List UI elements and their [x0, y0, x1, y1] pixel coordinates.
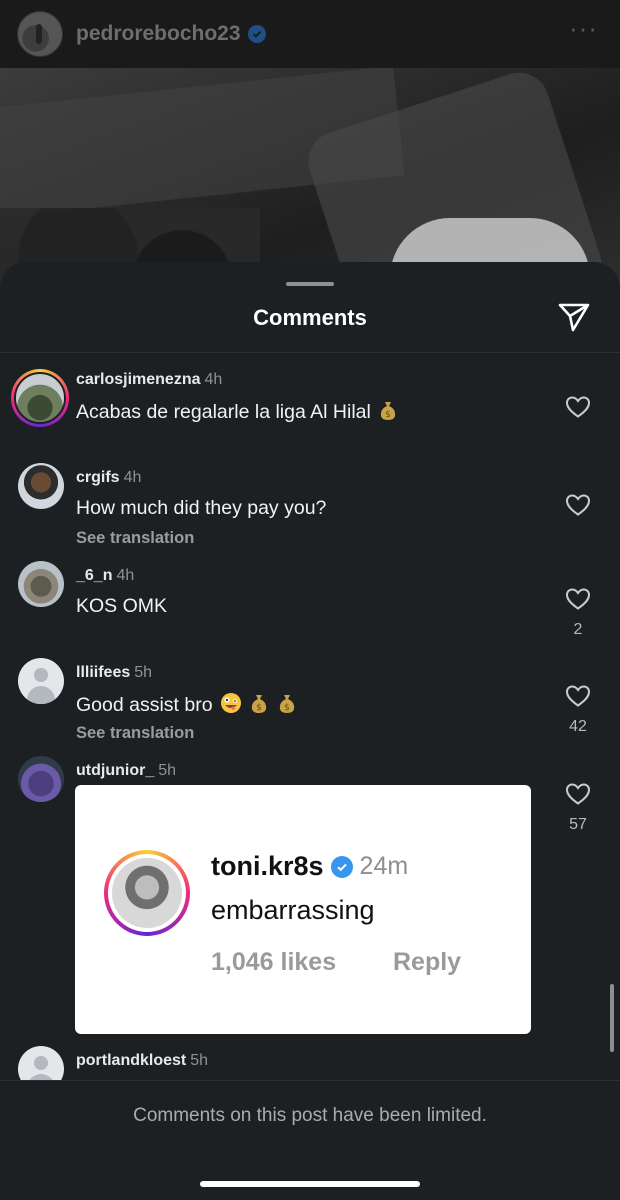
comment-time: 5h: [190, 1052, 209, 1069]
avatar[interactable]: [18, 463, 64, 509]
post-header: pedrorebocho23 ···: [0, 0, 620, 68]
heart-icon: [565, 494, 591, 516]
avatar[interactable]: [18, 1046, 64, 1080]
embedded-time: 24m: [359, 852, 409, 880]
svg-text:$: $: [385, 410, 391, 420]
avatar[interactable]: [11, 369, 69, 427]
post-author[interactable]: pedrorebocho23: [76, 22, 266, 46]
drag-handle[interactable]: [286, 282, 334, 286]
embedded-text: embarrassing: [211, 895, 375, 925]
comment-username[interactable]: _6_n: [76, 567, 112, 584]
see-translation-link[interactable]: See translation: [76, 724, 194, 743]
sheet-title: Comments: [253, 305, 367, 330]
verified-badge-icon: [330, 855, 353, 878]
money-bag-icon: $: [279, 695, 294, 713]
share-button[interactable]: [556, 300, 592, 334]
comment-time: 4h: [204, 371, 223, 388]
comment-time: 4h: [116, 567, 135, 584]
zany-face-icon: [221, 693, 241, 713]
embedded-username: toni.kr8s: [211, 851, 324, 881]
see-translation-link[interactable]: See translation: [76, 529, 194, 548]
limited-notice: Comments on this post have been limited.: [133, 1105, 487, 1126]
comment-text-body: Acabas de regalarle la liga Al Hilal: [76, 401, 371, 423]
money-bag-icon: $: [252, 695, 267, 713]
comments-sheet: Comments carlosjimenezna 4h Acabas de reg…: [0, 262, 620, 1200]
post-author-avatar[interactable]: [17, 11, 63, 57]
avatar[interactable]: [18, 658, 64, 704]
like-button[interactable]: 57: [560, 782, 596, 834]
comment-username[interactable]: llliifees: [76, 664, 130, 681]
ellipsis-icon[interactable]: ···: [569, 15, 598, 41]
avatar[interactable]: [18, 756, 64, 802]
like-button[interactable]: 42: [560, 684, 596, 736]
like-count: 2: [573, 621, 583, 638]
comment-item: carlosjimenezna 4h Acabas de regalarle la…: [0, 369, 620, 451]
comment-header: portlandkloest 5h: [76, 1052, 208, 1070]
like-button[interactable]: [560, 493, 596, 517]
comment-time: 4h: [123, 469, 142, 486]
comments-list[interactable]: carlosjimenezna 4h Acabas de regalarle la…: [0, 353, 620, 1080]
embedded-reply: Reply: [393, 948, 462, 976]
home-indicator[interactable]: [200, 1181, 420, 1187]
comment-username[interactable]: carlosjimenezna: [76, 371, 201, 388]
comment-username[interactable]: utdjunior_: [76, 762, 154, 779]
heart-icon: [565, 685, 591, 707]
svg-text:$: $: [284, 703, 290, 713]
like-count: 42: [569, 718, 587, 735]
comment-text: How much did they pay you?: [76, 497, 327, 519]
embedded-avatar: [104, 850, 190, 936]
svg-text:$: $: [257, 703, 263, 713]
embedded-likes: 1,046 likes: [211, 948, 337, 976]
comment-item: crgifs 4h How much did they pay you? See …: [0, 463, 620, 559]
verified-badge-icon: [247, 25, 266, 43]
comment-header: crgifs 4h: [76, 469, 141, 487]
heart-icon: [565, 396, 591, 418]
like-count: 57: [569, 816, 587, 833]
comment-time: 5h: [158, 762, 177, 779]
comment-username[interactable]: portlandkloest: [76, 1052, 186, 1069]
comment-item: _6_n 4h KOS OMK 2: [0, 561, 620, 647]
comment-text: Acabas de regalarle la liga Al Hilal $: [76, 399, 398, 424]
comment-header: llliifees 5h: [76, 664, 152, 682]
post-author-username[interactable]: pedrorebocho23: [76, 22, 241, 46]
like-button[interactable]: [560, 395, 596, 419]
heart-icon: [565, 588, 591, 610]
comment-item: llliifees 5h Good assist bro $ $ See tra…: [0, 658, 620, 754]
heart-icon: [565, 783, 591, 805]
money-bag-icon: $: [381, 402, 396, 420]
comment-text-body: Good assist bro: [76, 694, 213, 716]
comment-item: portlandkloest 5h: [0, 1046, 620, 1080]
comment-header: _6_n 4h: [76, 567, 134, 585]
comment-image-attachment[interactable]: toni.kr8s 24m embarrassing 1,046 likes R…: [75, 785, 531, 1034]
comment-time: 5h: [134, 664, 153, 681]
like-button[interactable]: 2: [560, 587, 596, 639]
comment-header: utdjunior_ 5h: [76, 762, 176, 780]
scrollbar[interactable]: [610, 984, 614, 1052]
comment-text: Good assist bro $ $: [76, 692, 297, 717]
paper-plane-icon: [558, 303, 590, 332]
comment-username[interactable]: crgifs: [76, 469, 120, 486]
avatar[interactable]: [18, 561, 64, 607]
comment-header: carlosjimenezna 4h: [76, 371, 222, 389]
embedded-comment-header: toni.kr8s 24m: [211, 851, 408, 882]
comment-text: KOS OMK: [76, 595, 168, 617]
